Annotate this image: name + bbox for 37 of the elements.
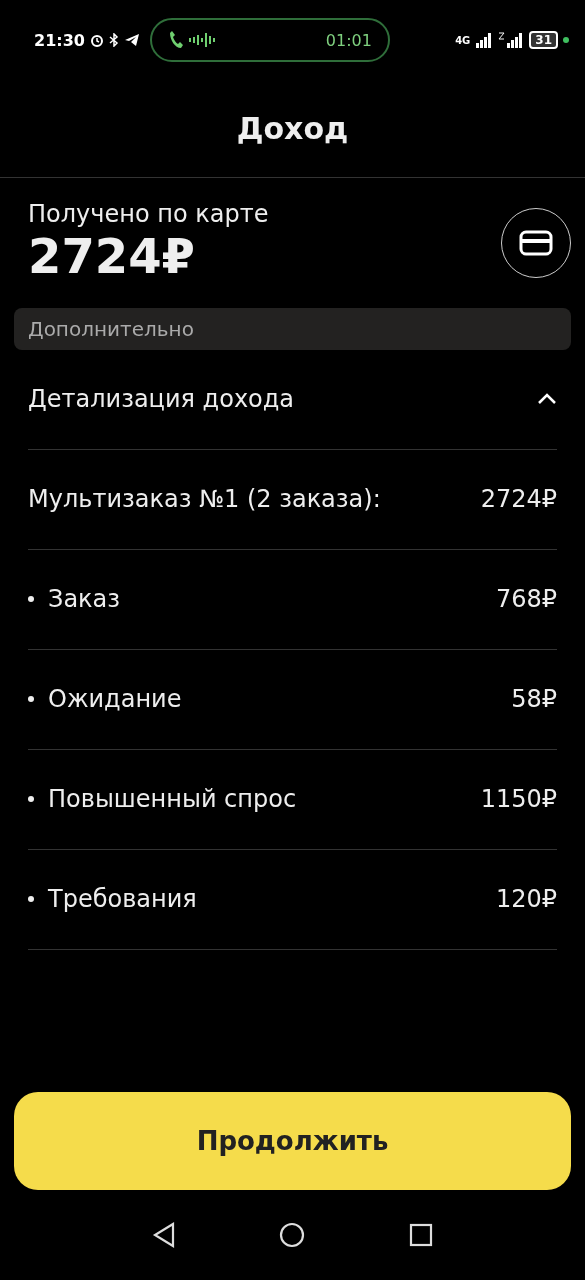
- paper-plane-icon: [123, 33, 140, 47]
- status-time: 21:30: [34, 30, 85, 50]
- row-label: Повышенный спрос: [48, 785, 298, 814]
- signal-icon: [498, 32, 525, 48]
- bullet-icon: [28, 696, 34, 703]
- row-label: Мультизаказ №1 (2 заказа):: [28, 485, 382, 514]
- status-dot-icon: [563, 37, 569, 43]
- call-timer: 01:01: [325, 30, 372, 50]
- section-header: Дополнительно: [14, 307, 571, 350]
- row-label: Заказ: [48, 585, 122, 614]
- row-label: Требования: [48, 885, 198, 914]
- bullet-icon: [28, 896, 34, 903]
- call-pill[interactable]: 01:01: [149, 18, 390, 62]
- signal-icon: [475, 32, 494, 48]
- home-icon[interactable]: [279, 1222, 306, 1248]
- row-label: Ожидание: [48, 685, 183, 714]
- row-amount: 1150₽: [480, 785, 557, 814]
- row-amount: 2724₽: [480, 485, 557, 514]
- battery-indicator: 31: [529, 31, 558, 49]
- card-icon: [519, 229, 553, 256]
- continue-button[interactable]: Продолжить: [14, 1092, 571, 1190]
- details-toggle[interactable]: Детализация дохода: [28, 349, 557, 450]
- row-amount: 58₽: [511, 685, 557, 714]
- phone-icon: [167, 30, 184, 50]
- network-type: 4G: [455, 34, 471, 46]
- bullet-icon: [28, 596, 34, 603]
- summary-label: Получено по карте: [28, 200, 269, 228]
- page-title: Доход: [236, 111, 349, 146]
- summary-amount: 2724₽: [28, 228, 196, 286]
- bluetooth-icon: [108, 33, 119, 47]
- bullet-icon: [28, 796, 34, 803]
- back-icon[interactable]: [151, 1222, 176, 1248]
- row-amount: 768₽: [495, 585, 557, 614]
- row-amount: 120₽: [495, 885, 557, 914]
- alarm-icon: [89, 33, 104, 47]
- recents-icon[interactable]: [409, 1223, 434, 1247]
- waveform-icon: [187, 32, 218, 48]
